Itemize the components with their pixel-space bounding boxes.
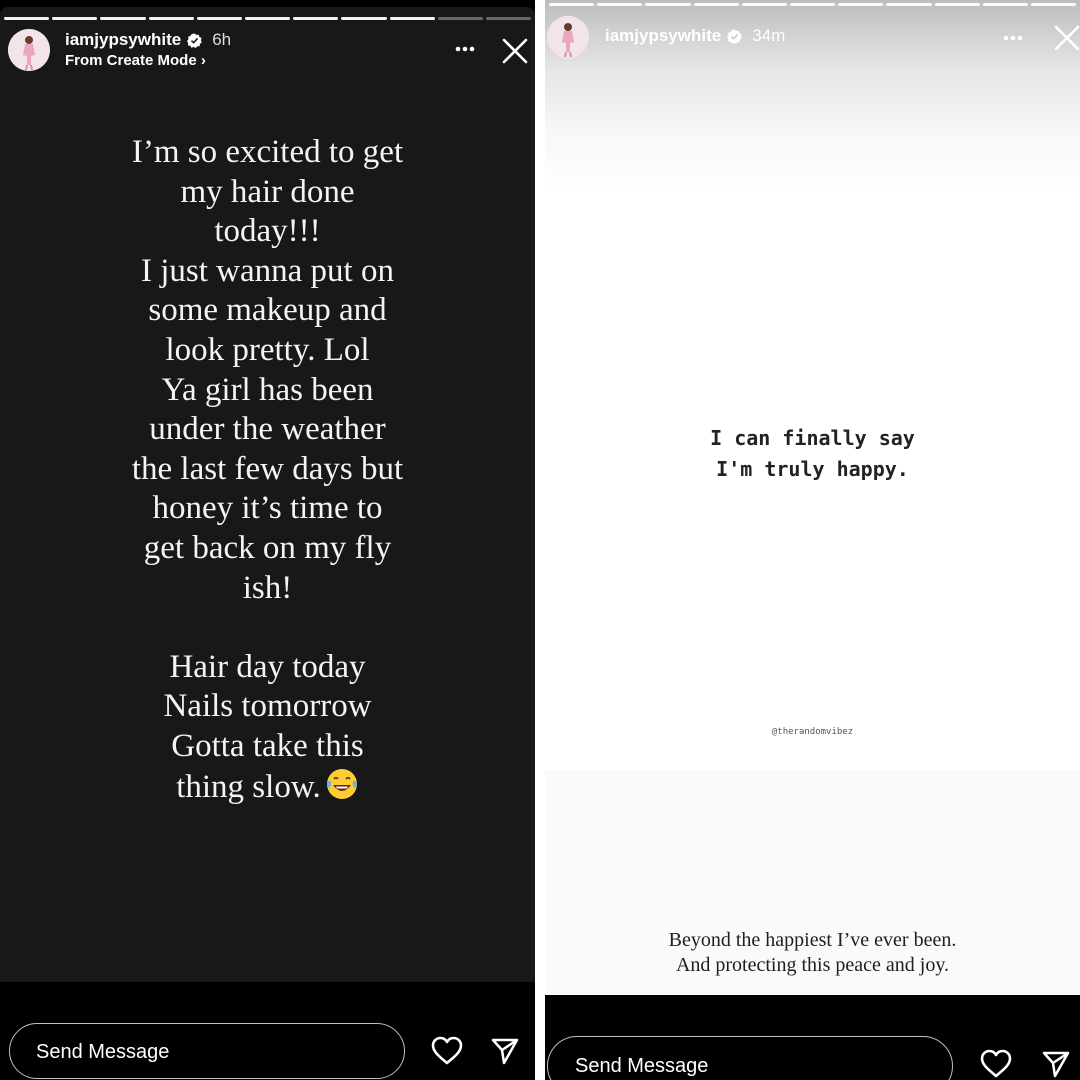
close-icon[interactable] (500, 36, 530, 66)
heart-icon[interactable] (430, 1035, 464, 1067)
story-panel-right: iamjypsywhite 34m I can finally say I'm … (545, 0, 1080, 1080)
progress-segment (389, 17, 435, 20)
send-message-placeholder: Send Message (575, 1055, 709, 1077)
more-horizontal-icon[interactable] (452, 39, 482, 59)
avatar[interactable] (8, 29, 50, 71)
story-caption: Beyond the happiest I’ve ever been. And … (545, 928, 1080, 978)
story-text-line: I just wanna put on (141, 252, 394, 289)
post-time: 34m (752, 26, 786, 45)
quote-line: I'm truly happy. (716, 457, 909, 481)
story-text-line: the last few days but (131, 450, 404, 487)
progress-segment (485, 17, 532, 20)
progress-segment (789, 3, 836, 6)
story-text-line: my hair done (180, 173, 355, 210)
progress-segment (1030, 3, 1077, 6)
send-message-input[interactable]: Send Message (547, 1036, 953, 1080)
quote-credit: @therandomvibez (771, 727, 854, 737)
progress-segment (549, 3, 595, 6)
avatar[interactable] (547, 16, 589, 58)
caption-line: Beyond the happiest I’ve ever been. (668, 929, 957, 951)
story-text-line: today!!! (214, 213, 321, 250)
story-text-line: under the weather (149, 411, 386, 448)
story-panel-left: iamjypsywhite 6h From Create Mode › I’m … (0, 0, 535, 1080)
story-text-blank-line (40, 608, 495, 648)
story-text-line: look pretty. Lol (165, 331, 370, 368)
progress-segment (645, 3, 691, 6)
heart-icon[interactable] (979, 1048, 1013, 1080)
username[interactable]: iamjypsywhite (605, 26, 721, 46)
progress-segment (982, 3, 1028, 6)
progress-segment (100, 17, 146, 20)
quote-text: I can finally say I'm truly happy. (545, 423, 1080, 485)
send-icon[interactable] (490, 1036, 520, 1066)
verified-badge-icon (187, 32, 203, 48)
progress-segment (693, 3, 739, 6)
story-text-last-line: thing slow. (40, 767, 495, 808)
progress-segment (4, 17, 50, 20)
progress-segment (196, 17, 242, 20)
username-row: iamjypsywhite 34m (605, 26, 785, 46)
progress-segment (838, 3, 884, 6)
progress-segment (934, 3, 980, 6)
more-horizontal-icon[interactable] (1000, 28, 1030, 48)
progress-segment (293, 17, 339, 20)
username[interactable]: iamjypsywhite (65, 30, 181, 50)
progress-segment (886, 3, 932, 6)
progress-segment (52, 17, 98, 20)
send-message-placeholder: Send Message (36, 1041, 170, 1063)
close-icon[interactable] (1052, 23, 1080, 53)
story-text-line: Hair day today (169, 648, 366, 685)
story-text: I’m so excited to get my hair done today… (40, 133, 495, 807)
caption-line: And protecting this peace and joy. (675, 954, 950, 976)
story-text-line: Ya girl has been (161, 371, 374, 408)
post-time: 6h (212, 30, 232, 49)
story-progress-bar (549, 3, 1077, 6)
send-message-input[interactable]: Send Message (9, 1023, 405, 1079)
progress-segment (244, 17, 291, 20)
story-text-line: Gotta take this (171, 727, 364, 764)
story-text-line: some makeup and (148, 292, 387, 329)
story-text-line: ish! (242, 569, 293, 606)
send-icon[interactable] (1041, 1049, 1071, 1079)
quote-line: I can finally say (710, 426, 915, 450)
progress-segment (341, 17, 387, 20)
story-progress-bar (4, 17, 532, 20)
progress-segment (148, 17, 194, 20)
story-card[interactable] (545, 0, 1080, 995)
create-mode-link[interactable]: From Create Mode › (65, 52, 206, 69)
story-text-line: I’m so excited to get (131, 134, 404, 170)
progress-segment (597, 3, 643, 6)
story-text-line: thing slow. (176, 768, 321, 805)
progress-segment (741, 3, 787, 6)
story-text-line: Nails tomorrow (163, 688, 372, 725)
verified-badge-icon (727, 28, 743, 44)
username-row: iamjypsywhite 6h (65, 30, 231, 50)
story-text-line: get back on my fly (143, 529, 392, 566)
tears-of-joy-emoji-icon (325, 767, 359, 801)
story-text-line: honey it’s time to (152, 490, 383, 527)
progress-segment (437, 17, 483, 20)
